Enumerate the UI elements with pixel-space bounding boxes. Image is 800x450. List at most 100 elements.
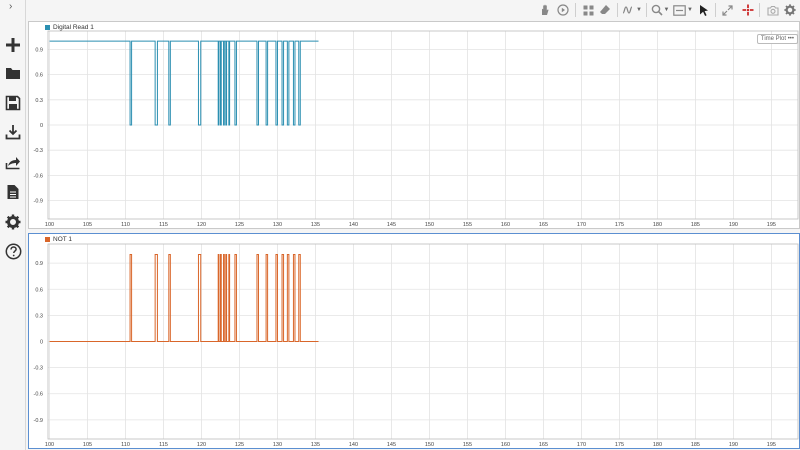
new-button[interactable]	[2, 34, 24, 56]
x-tick-label: 145	[387, 442, 396, 448]
x-tick-label: 150	[425, 222, 434, 228]
legend-1: Digital Read 1	[45, 24, 94, 31]
x-tick-label: 115	[159, 222, 168, 228]
zoom-menu-button[interactable]: ▼	[650, 1, 670, 19]
fit-icon	[673, 4, 686, 16]
legend-swatch	[45, 237, 50, 242]
x-tick-label: 190	[729, 222, 738, 228]
y-tick-label: 0.3	[35, 313, 43, 319]
x-tick-label: 150	[425, 442, 434, 448]
x-tick-label: 170	[577, 442, 586, 448]
layout-button[interactable]	[581, 1, 595, 19]
run-button[interactable]	[556, 1, 570, 19]
triggers-button[interactable]	[741, 1, 755, 19]
y-tick-label: 0	[40, 123, 43, 129]
save-icon	[5, 95, 21, 111]
y-tick-label: -0.3	[34, 148, 43, 154]
x-tick-label: 180	[653, 442, 662, 448]
legend-label: NOT 1	[53, 236, 73, 243]
x-tick-label: 110	[121, 442, 130, 448]
camera-icon	[767, 5, 779, 16]
x-tick-label: 165	[539, 442, 548, 448]
y-tick-label: -0.9	[34, 418, 43, 424]
x-tick-label: 135	[311, 442, 320, 448]
x-tick-label: 140	[349, 222, 358, 228]
x-tick-label: 175	[615, 442, 624, 448]
x-tick-label: 160	[501, 222, 510, 228]
hand-icon	[542, 4, 549, 15]
y-tick-label: 0.9	[35, 261, 43, 267]
toolbar-separator	[617, 3, 618, 17]
snapshot-button[interactable]	[766, 1, 780, 19]
toolbar-separator	[575, 3, 576, 17]
x-tick-label: 170	[577, 222, 586, 228]
y-tick-label: 0.3	[35, 98, 43, 104]
x-tick-label: 145	[387, 222, 396, 228]
y-tick-label: -0.9	[34, 199, 43, 205]
x-tick-label: 190	[729, 442, 738, 448]
y-tick-label: -0.6	[34, 173, 43, 179]
x-tick-label: 105	[83, 222, 92, 228]
x-tick-label: 115	[159, 442, 168, 448]
plus-icon	[6, 38, 20, 52]
save-button[interactable]	[2, 92, 24, 114]
x-tick-label: 180	[653, 222, 662, 228]
signal-icon	[622, 6, 633, 14]
x-tick-label: 155	[463, 222, 472, 228]
folder-icon	[6, 68, 20, 79]
report-button[interactable]	[2, 181, 24, 203]
chevron-down-icon: ▼	[687, 7, 693, 13]
x-tick-label: 195	[767, 442, 776, 448]
download-button[interactable]	[2, 121, 24, 143]
plot-1-svg[interactable]: 100 105 110 115 120 125 130 135 140 145 150 155 160 1…	[29, 22, 799, 228]
y-tick-label: -0.3	[34, 366, 43, 372]
fit-menu-button[interactable]: ▼	[672, 1, 694, 19]
cursor-icon	[700, 4, 708, 16]
help-button[interactable]	[2, 240, 24, 262]
settings-button[interactable]	[2, 211, 24, 233]
x-tick-label: 105	[83, 442, 92, 448]
pan-button[interactable]	[538, 1, 552, 19]
x-tick-label: 100	[45, 442, 54, 448]
signal-menu-button[interactable]: ▼	[621, 1, 643, 19]
y-tick-label: 0	[40, 340, 43, 346]
help-icon	[5, 243, 21, 259]
x-tick-label: 120	[197, 222, 206, 228]
zoom-icon	[651, 4, 663, 16]
layout-icon	[583, 5, 593, 15]
x-tick-label: 135	[311, 222, 320, 228]
sidebar-expand-icon[interactable]: ›	[9, 2, 12, 12]
plot-2-svg[interactable]: 100 105 110 115 120 125 130 135 140 145 150 155 160 1…	[29, 234, 799, 448]
document-icon	[7, 185, 19, 199]
scope-app: › ▼ ▼ ▼ 100 105 110 115 120 125 130 135 …	[0, 0, 800, 450]
x-tick-label: 185	[691, 442, 700, 448]
x-tick-label: 125	[235, 222, 244, 228]
share-icon	[5, 157, 20, 170]
top-toolbar: ▼ ▼ ▼	[26, 0, 800, 20]
x-tick-label: 125	[235, 442, 244, 448]
share-button[interactable]	[2, 151, 24, 173]
clear-button[interactable]	[598, 1, 612, 19]
chevron-down-icon: ▼	[663, 7, 670, 13]
chevron-down-icon: ▼	[636, 7, 642, 13]
y-tick-label: 0.9	[35, 47, 43, 53]
x-tick-label: 195	[767, 222, 776, 228]
cursor-button[interactable]	[697, 1, 711, 19]
x-tick-label: 110	[121, 222, 130, 228]
toolbar-settings-button[interactable]	[783, 1, 797, 19]
download-icon	[5, 125, 21, 140]
expand-button[interactable]	[720, 1, 734, 19]
toolbar-separator	[759, 3, 760, 17]
plot-panel-2[interactable]: 100 105 110 115 120 125 130 135 140 145 150 155 160 1…	[28, 233, 800, 449]
legend-label: Digital Read 1	[53, 24, 94, 31]
open-button[interactable]	[2, 62, 24, 84]
time-plot-badge[interactable]: Time Plot •••	[756, 34, 798, 44]
y-tick-label: -0.6	[34, 392, 43, 398]
x-tick-label: 175	[615, 222, 624, 228]
y-tick-label: 0.6	[35, 73, 43, 79]
plot-panel-1[interactable]: 100 105 110 115 120 125 130 135 140 145 150 155 160 1…	[28, 21, 800, 229]
legend-swatch	[45, 25, 50, 30]
x-tick-label: 185	[691, 222, 700, 228]
x-tick-label: 160	[501, 442, 510, 448]
gear-icon	[5, 214, 21, 230]
